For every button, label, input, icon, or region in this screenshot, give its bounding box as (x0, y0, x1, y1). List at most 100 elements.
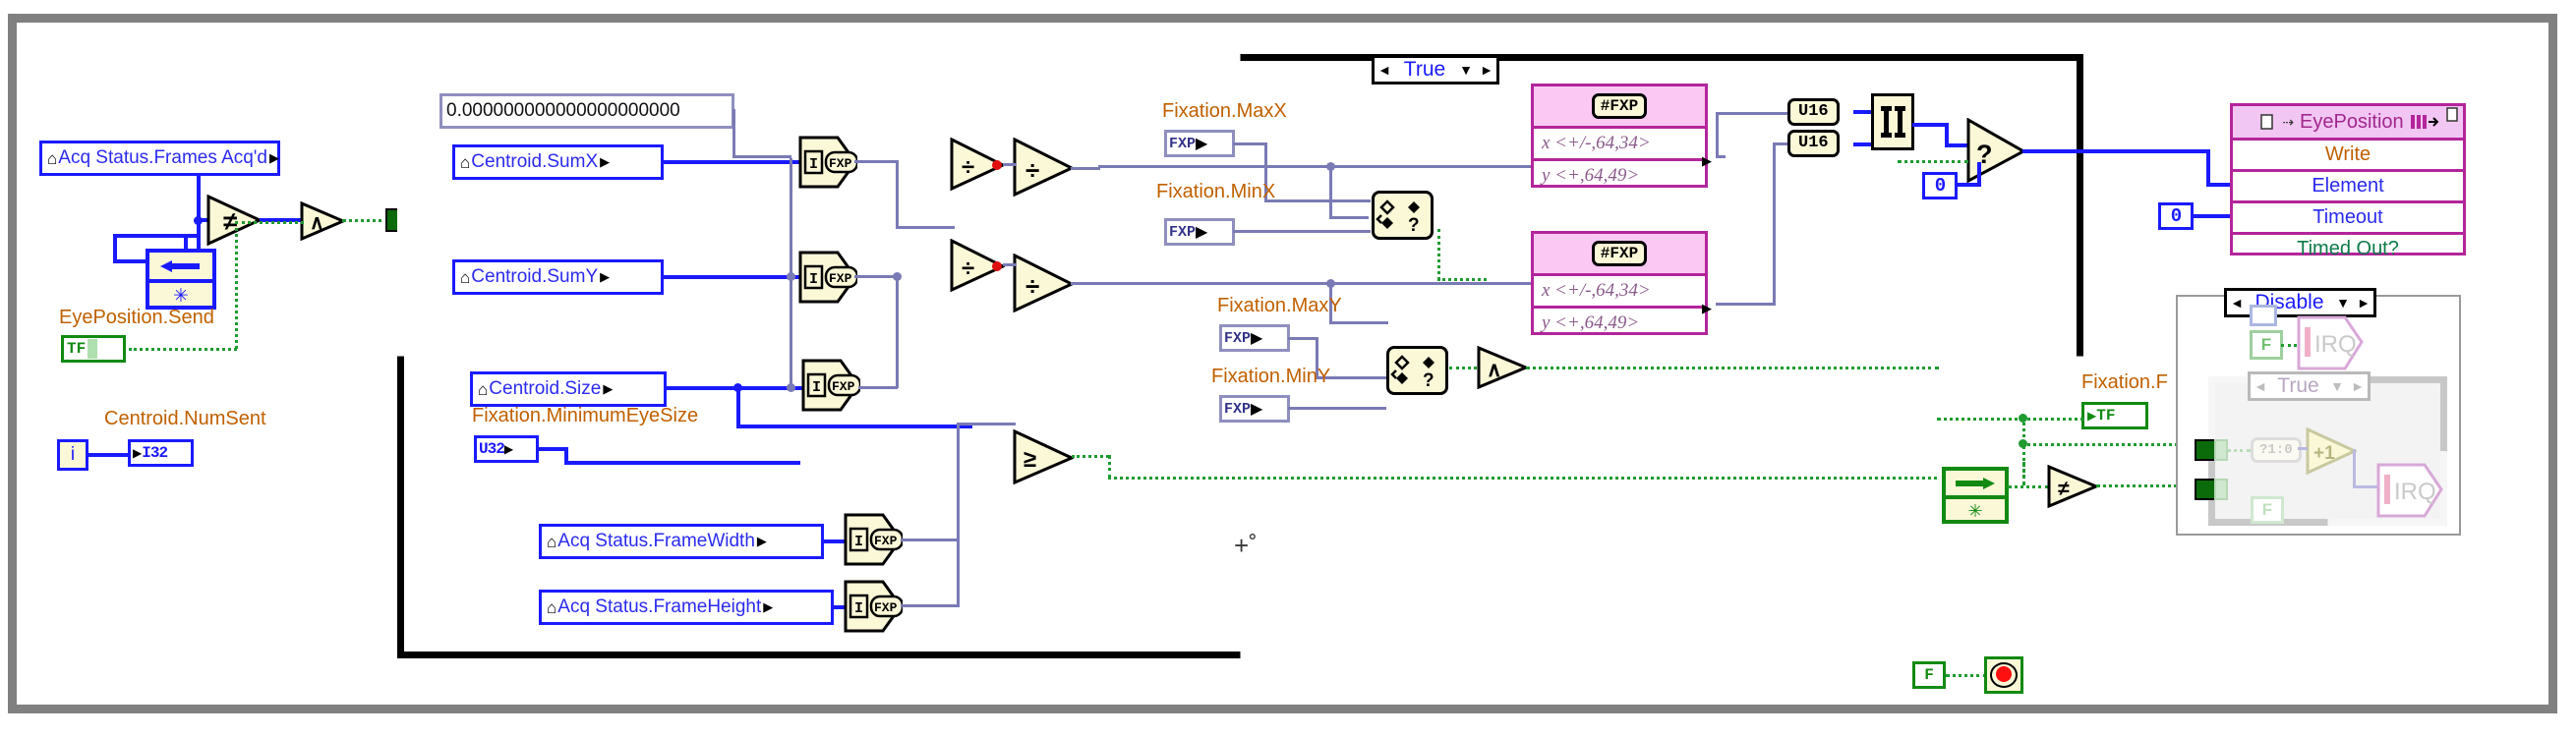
chevron-down-icon[interactable]: ▼ (2332, 295, 2354, 311)
divide-node-y[interactable]: ÷ (950, 239, 1005, 292)
arrow-right-icon: ⇢ (2282, 113, 2295, 130)
not-equal-node[interactable]: ≠ (206, 195, 262, 246)
page-icon (2260, 114, 2274, 130)
fxp-convert-block-1[interactable]: #FXP x <+/-,64,34> y <+,64,49> (1531, 84, 1708, 188)
wire-fxp (858, 386, 898, 389)
svg-text:÷: ÷ (962, 154, 974, 181)
divide-node-normalize-x[interactable]: ÷ (1013, 138, 1074, 197)
prev-case-icon[interactable]: ◄ (1375, 62, 1394, 78)
terminal-eyeposition-send[interactable]: TF (61, 335, 126, 363)
eyeposition-input-element[interactable]: Element (2233, 169, 2463, 200)
irq-node-inner: IRQ (2376, 463, 2443, 518)
wire-fxp (1288, 407, 1386, 410)
terminal-arrow-icon: ▶ (1251, 401, 1263, 418)
constant-false-stop[interactable]: F (1912, 661, 1946, 689)
eyeposition-fifo-write-node[interactable]: ⇢ EyePosition Write Element Timeout Time… (2230, 103, 2466, 259)
wire-junction (787, 272, 795, 281)
terminal-label: Centroid.SumY (471, 266, 599, 287)
u16-chip-y[interactable]: U16 (1787, 130, 1840, 157)
ghost-constant (2250, 305, 2277, 326)
page-icon (2446, 107, 2458, 122)
datatype-label: U32 (479, 440, 505, 458)
divide-node-normalize-y[interactable]: ÷ (1013, 254, 1074, 312)
terminal-centroid-sumx[interactable]: ⌂ Centroid.SumX ▶ (452, 144, 664, 180)
constant-zero-select[interactable]: 0 (1922, 172, 1958, 199)
wire-fxp (732, 109, 735, 158)
terminal-centroid-sumy[interactable]: ⌂ Centroid.SumY ▶ (452, 259, 664, 295)
chevron-down-icon[interactable]: ▼ (1455, 62, 1477, 78)
wire-fxp (1098, 165, 1531, 168)
wire-boolean (1437, 278, 1487, 281)
in-range-and-coerce-node-x[interactable]: ? (1372, 191, 1434, 240)
terminal-label: Acq Status.FrameHeight (557, 596, 762, 617)
terminal-fixation-f[interactable]: ▶ TF (2081, 402, 2148, 429)
next-case-icon[interactable]: ► (1477, 62, 1496, 78)
feedback-node-green[interactable]: ✳ (1942, 467, 2009, 524)
constant-fixation-miny[interactable]: FXP ▶ (1219, 395, 1290, 423)
or-node[interactable]: ∧ (300, 201, 345, 241)
terminal-arrow-icon: ▶ (503, 442, 514, 456)
inner-boolean-to-int-node: ?1:0 (2251, 437, 2302, 463)
wire-boolean (1437, 229, 1440, 280)
eyeposition-title: EyePosition (2300, 110, 2404, 133)
greater-equal-node[interactable]: ≥ (1013, 429, 1074, 484)
numeric-constant-zero[interactable]: 0.000000000000000000000 (439, 93, 734, 129)
wire-junction (787, 383, 795, 392)
constant-fixation-minx[interactable]: FXP ▶ (1164, 218, 1235, 246)
in-range-and-coerce-node-y[interactable]: ? (1386, 346, 1448, 395)
to-fxp-node[interactable]: I FXP (798, 136, 857, 189)
to-fxp-node[interactable]: I FXP (844, 580, 903, 633)
terminal-label: Acq Status.FrameWidth (557, 531, 755, 551)
wire-fxp (1003, 163, 1017, 166)
label-centroid-numsent: Centroid.NumSent (104, 408, 266, 429)
constant-fixation-maxy[interactable]: FXP ▶ (1219, 324, 1290, 352)
not-equal-node-right[interactable]: ≠ (2047, 465, 2098, 508)
constant-minimum-eye-size[interactable]: U32 ▶ (474, 435, 539, 463)
wire-fxp (1233, 230, 1371, 233)
wire-ghost (2353, 449, 2356, 488)
wire-fxp (957, 423, 1016, 425)
terminal-centroid-size[interactable]: ⌂ Centroid.Size ▶ (470, 371, 667, 407)
divide-node-x[interactable]: ÷ (950, 138, 1005, 191)
svg-text:≠: ≠ (2058, 478, 2070, 500)
constant-fixation-maxx[interactable]: FXP ▶ (1164, 130, 1235, 157)
terminal-acq-status-frameheight[interactable]: ⌂ Acq Status.FrameHeight ▶ (539, 590, 834, 625)
case-selector-true[interactable]: ◄ True ▼ ► (1372, 55, 1499, 85)
bundle-cluster-node[interactable] (1871, 93, 1914, 150)
to-fxp-node[interactable]: I FXP (801, 359, 860, 412)
prev-case-icon[interactable]: ◄ (2227, 295, 2247, 311)
wire-boolean (1449, 367, 1477, 369)
terminal-arrow-icon: ▶ (133, 446, 143, 460)
in-range-glyph: ? (1390, 355, 1434, 391)
wire-boolean (1072, 455, 1109, 458)
inner-false-constant: F (2251, 496, 2284, 524)
svg-text:FXP: FXP (874, 534, 898, 548)
structure-tunnel (2195, 479, 2216, 500)
fxp-convert-block-2[interactable]: #FXP x <+/-,64,34> y <+,64,49> (1531, 231, 1708, 335)
wire-horizontal (1853, 110, 1873, 114)
stop-icon[interactable] (1984, 656, 2023, 694)
feedback-node[interactable]: ✳ (146, 249, 216, 310)
terminal-acq-status-frames-acqd[interactable]: ⌂ Acq Status.Frames Acq'd ▶ (39, 141, 280, 176)
disable-structure-selector[interactable]: ◄ Disable ▼ ► (2224, 288, 2376, 317)
to-fxp-node[interactable]: I FXP (798, 251, 857, 304)
terminal-acq-status-framewidth[interactable]: ⌂ Acq Status.FrameWidth ▶ (539, 524, 824, 559)
disabled-false-constant: F (2250, 330, 2283, 360)
to-fxp-node[interactable]: I FXP (844, 513, 903, 566)
window-frame-right (2548, 14, 2557, 713)
and-node[interactable]: ∧ (1477, 346, 1528, 389)
feedback-arrow-icon (160, 259, 200, 272)
select-node[interactable]: ? (1966, 118, 2025, 183)
wire-vertical (1977, 162, 1981, 187)
datatype-label: FXP (1224, 400, 1252, 418)
eyeposition-output-timedout[interactable]: Timed Out? (2233, 232, 2463, 263)
svg-text:∧: ∧ (310, 212, 324, 234)
next-case-icon[interactable]: ► (2354, 295, 2373, 311)
wire-boolean-ghost (2227, 449, 2251, 452)
indicator-centroid-numsent[interactable]: ▶ I32 (128, 439, 194, 467)
eyeposition-input-timeout[interactable]: Timeout (2233, 200, 2463, 232)
fxp-row-y: y <+,64,49> (1534, 306, 1705, 338)
terminal-arrow-icon: ▶ (763, 599, 774, 614)
u16-chip-x[interactable]: U16 (1787, 98, 1840, 126)
constant-zero-timeout[interactable]: 0 (2158, 202, 2194, 230)
